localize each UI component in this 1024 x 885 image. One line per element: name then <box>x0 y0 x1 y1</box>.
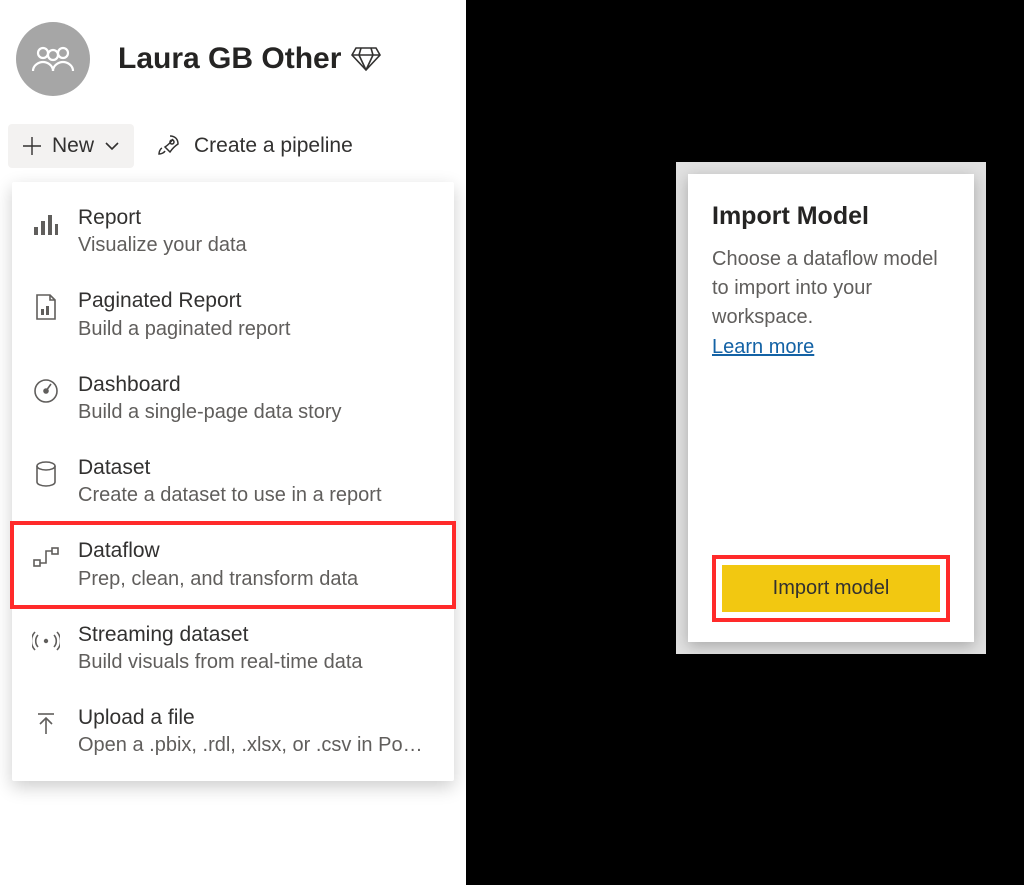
rocket-icon <box>156 133 182 159</box>
new-button-label: New <box>52 134 94 158</box>
menu-item-desc: Create a dataset to use in a report <box>78 482 434 509</box>
workspace-avatar <box>16 22 90 96</box>
upload-icon <box>32 710 60 738</box>
bar-chart-icon <box>32 210 60 238</box>
import-model-card: Import Model Choose a dataflow model to … <box>688 174 974 642</box>
card-title: Import Model <box>712 202 950 231</box>
plus-icon <box>22 136 42 156</box>
people-icon <box>31 45 75 73</box>
workspace-header: Laura GB Other <box>0 0 466 106</box>
menu-item-desc: Open a .pbix, .rdl, .xlsx, or .csv in Po… <box>78 732 434 759</box>
menu-item-desc: Prep, clean, and transform data <box>78 566 434 593</box>
create-pipeline-label: Create a pipeline <box>194 134 353 158</box>
document-chart-icon <box>32 293 60 321</box>
menu-item-title: Dashboard <box>78 371 434 399</box>
streaming-icon <box>32 627 60 655</box>
menu-item-desc: Visualize your data <box>78 232 434 259</box>
import-model-button[interactable]: Import model <box>722 565 940 612</box>
left-panel: Laura GB Other New <box>0 0 466 885</box>
menu-item-title: Report <box>78 204 434 232</box>
gauge-icon <box>32 377 60 405</box>
menu-item-desc: Build a paginated report <box>78 316 434 343</box>
database-icon <box>32 460 60 488</box>
new-menu: Report Visualize your data Paginated Rep… <box>12 182 454 781</box>
import-card-wrapper: Import Model Choose a dataflow model to … <box>676 162 986 654</box>
create-pipeline-button[interactable]: Create a pipeline <box>152 125 357 167</box>
menu-item-title: Dataset <box>78 454 434 482</box>
menu-item-desc: Build visuals from real-time data <box>78 649 434 676</box>
workspace-title: Laura GB Other <box>118 42 341 76</box>
card-description: Choose a dataflow model to import into y… <box>712 245 950 332</box>
menu-item-title: Streaming dataset <box>78 621 434 649</box>
dataflow-icon <box>32 543 60 571</box>
menu-item-desc: Build a single-page data story <box>78 399 434 426</box>
menu-item-report[interactable]: Report Visualize your data <box>12 190 454 273</box>
menu-item-dashboard[interactable]: Dashboard Build a single-page data story <box>12 357 454 440</box>
menu-item-paginated-report[interactable]: Paginated Report Build a paginated repor… <box>12 273 454 356</box>
menu-item-dataflow[interactable]: Dataflow Prep, clean, and transform data <box>12 523 454 606</box>
menu-item-streaming-dataset[interactable]: Streaming dataset Build visuals from rea… <box>12 607 454 690</box>
new-button[interactable]: New <box>8 124 134 168</box>
menu-item-title: Upload a file <box>78 704 434 732</box>
chevron-down-icon <box>104 141 120 151</box>
menu-item-upload-file[interactable]: Upload a file Open a .pbix, .rdl, .xlsx,… <box>12 690 454 773</box>
menu-item-title: Dataflow <box>78 537 434 565</box>
menu-item-dataset[interactable]: Dataset Create a dataset to use in a rep… <box>12 440 454 523</box>
learn-more-link[interactable]: Learn more <box>712 336 814 359</box>
import-button-highlight: Import model <box>712 555 950 622</box>
toolbar: New Create a pipeline <box>0 106 466 176</box>
diamond-icon <box>351 46 381 72</box>
menu-item-title: Paginated Report <box>78 287 434 315</box>
